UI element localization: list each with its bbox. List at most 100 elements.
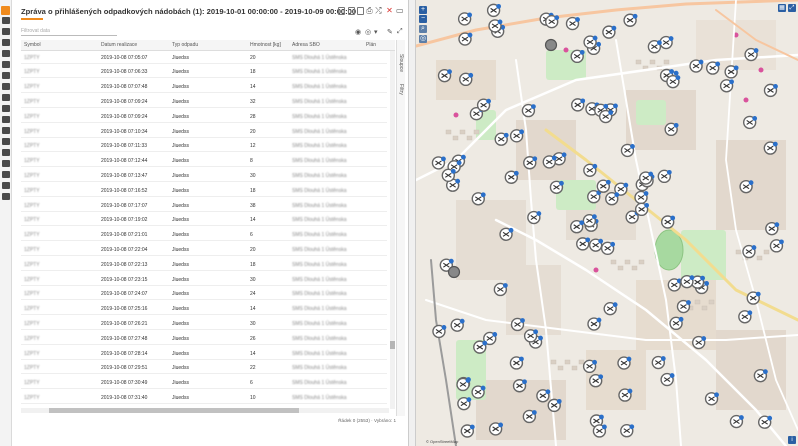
- tab-filters[interactable]: Filtry: [398, 84, 404, 95]
- column-header[interactable]: Plán: [366, 42, 376, 48]
- users-icon[interactable]: [2, 50, 10, 57]
- info-button[interactable]: i: [788, 436, 796, 444]
- bin-marker[interactable]: [458, 32, 473, 46]
- star-icon[interactable]: [2, 127, 10, 134]
- table-row[interactable]: 1ZPTY 2019-10-08 07:29:51 Jiuedss 22 SMS Dlo…: [21, 362, 387, 375]
- bin-marker[interactable]: [623, 13, 638, 27]
- scroll-thumb[interactable]: [49, 408, 299, 413]
- layer-button[interactable]: ▦: [778, 4, 786, 12]
- bin-marker[interactable]: [705, 61, 721, 75]
- bin-marker[interactable]: [486, 3, 502, 18]
- column-header[interactable]: Symbol: [24, 42, 41, 48]
- fullscreen-button[interactable]: ⤢: [788, 4, 796, 12]
- table-row[interactable]: 1ZPTY 2019-10-08 07:17:07 Jiuedss 38 SMS Dlo…: [21, 199, 387, 212]
- filter-icon[interactable]: ▾: [374, 28, 378, 36]
- bin-marker[interactable]: [719, 79, 734, 93]
- bin-marker[interactable]: [527, 210, 542, 225]
- bin-marker[interactable]: [521, 103, 536, 118]
- table-row[interactable]: 1ZPTY 2019-10-08 07:11:33 Jiuedss 12 SMS Dlo…: [21, 140, 387, 153]
- filter-input[interactable]: [21, 27, 117, 36]
- report-icon[interactable]: [2, 149, 10, 156]
- bin-marker[interactable]: [565, 16, 580, 31]
- bin-marker[interactable]: [587, 317, 602, 331]
- table-row[interactable]: 1ZPTY 2019-10-08 07:26:21 Jiuedss 30 SMS Dlo…: [21, 317, 387, 330]
- bin-marker[interactable]: [724, 65, 739, 79]
- bin-marker[interactable]: [600, 241, 616, 256]
- table-row[interactable]: 1ZPTY 2019-10-08 07:24:07 Jiuedss 24 SMS Dlo…: [21, 288, 387, 301]
- table-row[interactable]: 1ZPTY 2019-10-08 07:28:14 Jiuedss 14 SMS Dlo…: [21, 347, 387, 360]
- bin-marker[interactable]: [620, 424, 635, 438]
- eye-off-icon[interactable]: ◎: [365, 28, 371, 36]
- table-row[interactable]: 1ZPTY 2019-10-08 07:05:07 Jiuedss 20 SMS Dlo…: [21, 51, 387, 64]
- bin-marker[interactable]: [493, 282, 508, 297]
- bin-marker[interactable]: [620, 143, 635, 158]
- bin-marker[interactable]: [661, 215, 676, 229]
- table-row[interactable]: 1ZPTY 2019-10-08 07:21:01 Jiuedss 6 SMS Dlou…: [21, 229, 387, 242]
- list-icon[interactable]: [2, 105, 10, 112]
- bin-marker[interactable]: [509, 356, 524, 370]
- bin-marker[interactable]: [457, 396, 472, 411]
- bin-marker[interactable]: [457, 12, 473, 26]
- scroll-thumb[interactable]: [390, 341, 395, 349]
- table-row[interactable]: 1ZPTY 2019-10-08 07:06:33 Jiuedss 18 SMS Dlo…: [21, 66, 387, 79]
- user-icon[interactable]: [2, 182, 10, 189]
- table-row[interactable]: 1ZPTY 2019-10-08 07:16:52 Jiuedss 18 SMS Dlo…: [21, 184, 387, 197]
- bin-marker[interactable]: [647, 40, 662, 54]
- chat-icon[interactable]: [2, 138, 10, 145]
- column-header[interactable]: Datum realizace: [101, 42, 137, 48]
- table-row[interactable]: 1ZPTY 2019-10-08 07:25:16 Jiuedss 14 SMS Dlo…: [21, 303, 387, 316]
- edit-icon[interactable]: ✎: [387, 28, 393, 36]
- zoom-in-button[interactable]: +: [419, 6, 427, 14]
- expand-icon[interactable]: ⤢: [397, 28, 403, 36]
- table-row[interactable]: 1ZPTY 2019-10-08 07:30:49 Jiuedss 6 SMS Dlou…: [21, 377, 387, 390]
- search-icon[interactable]: ⌕: [419, 25, 427, 33]
- bin-marker[interactable]: [657, 169, 672, 184]
- table-row[interactable]: 1ZPTY 2019-10-08 07:10:34 Jiuedss 20 SMS Dlo…: [21, 125, 387, 138]
- chart-icon[interactable]: [2, 39, 10, 46]
- bin-marker[interactable]: [742, 244, 757, 259]
- bin-icon[interactable]: [2, 61, 10, 68]
- table-row[interactable]: 1ZPTY 2019-10-08 07:19:02 Jiuedss 14 SMS Dlo…: [21, 214, 387, 227]
- bin-marker[interactable]: [545, 14, 560, 29]
- csv-icon[interactable]: [357, 7, 364, 15]
- home-icon[interactable]: [2, 17, 10, 24]
- truck-icon[interactable]: [2, 83, 10, 90]
- table-row[interactable]: 1ZPTY 2019-10-08 07:31:40 Jiuedss 10 SMS Dlo…: [21, 391, 387, 404]
- print-icon[interactable]: ⎙: [366, 7, 373, 15]
- globe-icon[interactable]: [2, 193, 10, 200]
- bin-marker[interactable]: [592, 424, 607, 438]
- table-row[interactable]: 1ZPTY 2019-10-08 07:12:44 Jiuedss 8 SMS Dlou…: [21, 155, 387, 168]
- column-header[interactable]: Adresa SBO: [292, 42, 320, 48]
- horizontal-scrollbar[interactable]: [21, 408, 389, 413]
- bin-marker[interactable]: [660, 372, 675, 387]
- logo-icon[interactable]: [1, 6, 10, 15]
- map-view[interactable]: + − ⌕ ◎ ▦ ⤢ i © OpenStreetMap: [416, 0, 798, 446]
- vertical-scrollbar[interactable]: [390, 51, 395, 409]
- table-row[interactable]: 1ZPTY 2019-10-08 07:22:04 Jiuedss 20 SMS Dlo…: [21, 243, 387, 256]
- bin-marker[interactable]: [742, 115, 758, 130]
- tab-columns[interactable]: Sloupce: [398, 54, 404, 72]
- bin-marker[interactable]: [729, 414, 744, 429]
- bin-marker[interactable]: [598, 109, 614, 124]
- layers-icon[interactable]: [2, 116, 10, 123]
- table-row[interactable]: 1ZPTY 2019-10-08 07:09:24 Jiuedss 32 SMS Dlo…: [21, 95, 387, 108]
- bin-marker[interactable]: [494, 132, 509, 146]
- bin-marker[interactable]: [659, 35, 674, 50]
- bin-marker[interactable]: [476, 98, 492, 112]
- bin-marker[interactable]: [689, 59, 704, 73]
- bin-marker[interactable]: [571, 98, 586, 112]
- map-canvas[interactable]: [416, 0, 798, 446]
- window-icon[interactable]: ▭: [396, 7, 404, 15]
- shuffle-icon[interactable]: ⤮: [375, 7, 382, 15]
- tool-icon[interactable]: [2, 94, 10, 101]
- bin-marker[interactable]: [738, 310, 753, 324]
- table-row[interactable]: 1ZPTY 2019-10-08 07:07:48 Jiuedss 14 SMS Dlo…: [21, 81, 387, 94]
- column-header[interactable]: Typ odpadu: [172, 42, 198, 48]
- table-row[interactable]: 1ZPTY 2019-10-08 07:09:24 Jiuedss 28 SMS Dlo…: [21, 110, 387, 123]
- calendar-icon[interactable]: [2, 72, 10, 79]
- depot-marker[interactable]: [544, 38, 558, 52]
- bin-marker[interactable]: [634, 190, 649, 205]
- close-icon[interactable]: ✕: [386, 7, 393, 15]
- xls-icon[interactable]: [348, 7, 355, 15]
- locate-icon[interactable]: ◎: [419, 35, 427, 43]
